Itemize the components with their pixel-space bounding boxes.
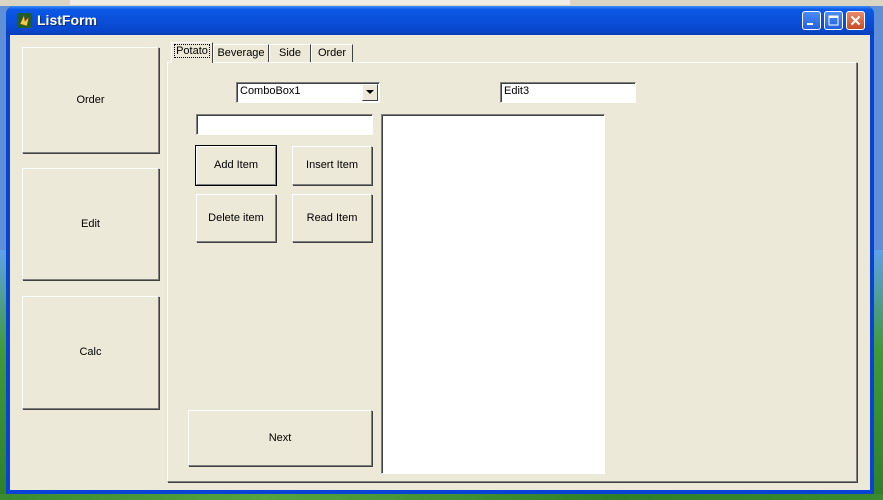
add-item-button[interactable]: Add Item bbox=[195, 145, 277, 186]
calc-panel[interactable]: Calc bbox=[22, 296, 159, 409]
tab-page-potato: ComboBox1 Edit3 Add Item Insert Item Del… bbox=[167, 62, 857, 482]
read-item-button[interactable]: Read Item bbox=[292, 194, 372, 242]
tab-potato-label: Potato bbox=[174, 44, 210, 58]
item-text-input[interactable] bbox=[196, 114, 373, 135]
chevron-down-icon bbox=[366, 90, 374, 94]
potato-combobox[interactable]: ComboBox1 bbox=[236, 82, 380, 103]
calc-panel-label: Calc bbox=[79, 346, 102, 358]
edit3-value: Edit3 bbox=[504, 85, 530, 97]
edit-panel-label: Edit bbox=[81, 218, 100, 230]
insert-item-button[interactable]: Insert Item bbox=[292, 146, 372, 185]
minimize-icon bbox=[807, 23, 813, 25]
combobox-value: ComboBox1 bbox=[240, 85, 301, 97]
tab-beverage-label: Beverage bbox=[217, 47, 265, 59]
tab-beverage[interactable]: Beverage bbox=[213, 44, 269, 62]
maximize-button[interactable] bbox=[824, 11, 843, 30]
maximize-icon bbox=[828, 15, 839, 26]
tab-side[interactable]: Side bbox=[269, 44, 311, 62]
delete-item-button[interactable]: Delete item bbox=[196, 194, 276, 242]
background-window-edge bbox=[70, 0, 570, 5]
tab-side-label: Side bbox=[278, 47, 302, 59]
tab-potato[interactable]: Potato bbox=[171, 42, 213, 63]
combobox-dropdown-button[interactable] bbox=[362, 84, 378, 101]
close-button[interactable] bbox=[846, 11, 865, 30]
listform-window: ListForm Order Edit Calc Potato Beverage… bbox=[6, 6, 874, 494]
desktop-wallpaper-right bbox=[873, 250, 883, 500]
minimize-button[interactable] bbox=[802, 11, 821, 30]
next-button[interactable]: Next bbox=[188, 410, 372, 466]
close-icon bbox=[850, 15, 861, 26]
title-bar[interactable]: ListForm bbox=[6, 6, 874, 35]
app-icon[interactable] bbox=[17, 13, 32, 28]
tab-order-label: Order bbox=[317, 47, 347, 59]
window-title: ListForm bbox=[37, 12, 97, 28]
desktop-wallpaper-bottom bbox=[0, 494, 883, 500]
order-panel-label: Order bbox=[76, 94, 105, 106]
edit-panel[interactable]: Edit bbox=[22, 168, 159, 280]
edit3-field[interactable]: Edit3 bbox=[500, 82, 636, 103]
items-listbox[interactable] bbox=[381, 114, 605, 474]
order-panel[interactable]: Order bbox=[22, 47, 159, 153]
tab-order[interactable]: Order bbox=[311, 44, 353, 62]
window-client-area: Order Edit Calc Potato Beverage Side Ord… bbox=[10, 35, 870, 490]
